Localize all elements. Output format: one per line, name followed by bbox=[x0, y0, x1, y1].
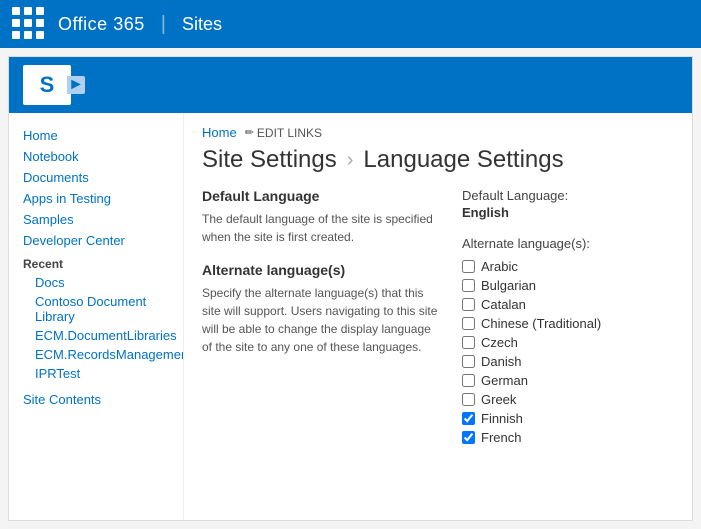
lang-label: Greek bbox=[481, 392, 516, 407]
alt-lang-title: Alternate language(s): bbox=[462, 236, 674, 251]
default-lang-label: Default Language: bbox=[462, 188, 674, 203]
lang-checkbox-catalan[interactable] bbox=[462, 298, 475, 311]
top-bar-divider: | bbox=[161, 13, 166, 36]
settings-descriptions: Default Language The default language of… bbox=[202, 188, 442, 449]
list-item: Greek bbox=[462, 392, 674, 407]
list-item: Arabic bbox=[462, 259, 674, 274]
sidebar-recent-ecm-doclib[interactable]: ECM.DocumentLibraries bbox=[23, 326, 169, 345]
default-lang-section-desc: The default language of the site is spec… bbox=[202, 210, 442, 246]
default-lang-value: English bbox=[462, 205, 674, 220]
office365-title: Office 365 bbox=[58, 14, 145, 35]
sites-label: Sites bbox=[182, 14, 222, 35]
list-item: French bbox=[462, 430, 674, 445]
lang-label: Czech bbox=[481, 335, 518, 350]
lang-checkbox-french[interactable] bbox=[462, 431, 475, 444]
content-area: Home ✏ EDIT LINKS Site Settings › Langua… bbox=[184, 113, 692, 520]
sidebar-recent-iprtest[interactable]: IPRTest bbox=[23, 364, 169, 383]
sidebar: Home Notebook Documents Apps in Testing … bbox=[9, 113, 184, 520]
lang-label: Arabic bbox=[481, 259, 518, 274]
lang-label: German bbox=[481, 373, 528, 388]
list-item: Finnish bbox=[462, 411, 674, 426]
lang-checkbox-arabic[interactable] bbox=[462, 260, 475, 273]
default-lang-section-title: Default Language bbox=[202, 188, 442, 204]
alt-lang-section-desc: Specify the alternate language(s) that t… bbox=[202, 284, 442, 356]
lang-label: Finnish bbox=[481, 411, 523, 426]
site-settings-title: Site Settings bbox=[202, 146, 337, 174]
breadcrumb-home[interactable]: Home bbox=[202, 125, 237, 140]
sharepoint-logo-arrow: ► bbox=[67, 76, 85, 94]
lang-checkbox-bulgarian[interactable] bbox=[462, 279, 475, 292]
sidebar-recent-contoso[interactable]: Contoso Document Library bbox=[23, 292, 169, 326]
lang-checkbox-danish[interactable] bbox=[462, 355, 475, 368]
body-area: Home Notebook Documents Apps in Testing … bbox=[9, 113, 692, 520]
lang-checkbox-german[interactable] bbox=[462, 374, 475, 387]
title-arrow: › bbox=[347, 149, 354, 172]
language-settings-title: Language Settings bbox=[363, 146, 563, 174]
settings-values: Default Language: English Alternate lang… bbox=[462, 188, 674, 449]
sidebar-item-developer-center[interactable]: Developer Center bbox=[23, 230, 169, 251]
edit-links-button[interactable]: ✏ EDIT LINKS bbox=[245, 126, 322, 140]
lang-checkbox-chinese-(traditional)[interactable] bbox=[462, 317, 475, 330]
lang-label: Danish bbox=[481, 354, 521, 369]
list-item: Bulgarian bbox=[462, 278, 674, 293]
list-item: Czech bbox=[462, 335, 674, 350]
sidebar-item-home[interactable]: Home bbox=[23, 125, 169, 146]
lang-label: French bbox=[481, 430, 521, 445]
list-item: Catalan bbox=[462, 297, 674, 312]
sidebar-item-samples[interactable]: Samples bbox=[23, 209, 169, 230]
alt-lang-section-title: Alternate language(s) bbox=[202, 262, 442, 278]
language-list: Arabic Bulgarian Catalan Chinese (Tradition… bbox=[462, 259, 674, 445]
sidebar-item-documents[interactable]: Documents bbox=[23, 167, 169, 188]
recent-label: Recent bbox=[23, 257, 169, 271]
sidebar-site-contents[interactable]: Site Contents bbox=[23, 389, 169, 410]
app-launcher-icon[interactable] bbox=[12, 7, 46, 41]
list-item: Chinese (Traditional) bbox=[462, 316, 674, 331]
breadcrumb: Home ✏ EDIT LINKS bbox=[202, 125, 674, 140]
sidebar-item-apps-testing[interactable]: Apps in Testing bbox=[23, 188, 169, 209]
sidebar-recent-ecm-records[interactable]: ECM.RecordsManagement bbox=[23, 345, 169, 364]
sidebar-recent-docs[interactable]: Docs bbox=[23, 273, 169, 292]
top-bar: Office 365 | Sites bbox=[0, 0, 701, 48]
lang-label: Bulgarian bbox=[481, 278, 536, 293]
list-item: German bbox=[462, 373, 674, 388]
sidebar-item-notebook[interactable]: Notebook bbox=[23, 146, 169, 167]
sharepoint-logo: S bbox=[23, 65, 71, 105]
edit-links-label: EDIT LINKS bbox=[257, 126, 322, 140]
page-title: Site Settings › Language Settings bbox=[202, 146, 674, 174]
main-content-box: S ► Home Notebook Documents Apps in Test… bbox=[8, 56, 693, 521]
list-item: Danish bbox=[462, 354, 674, 369]
lang-checkbox-greek[interactable] bbox=[462, 393, 475, 406]
lang-label: Catalan bbox=[481, 297, 526, 312]
lang-checkbox-czech[interactable] bbox=[462, 336, 475, 349]
settings-grid: Default Language The default language of… bbox=[202, 188, 674, 449]
sp-logo-bar: S ► bbox=[9, 57, 692, 113]
lang-label: Chinese (Traditional) bbox=[481, 316, 601, 331]
edit-icon: ✏ bbox=[245, 126, 254, 139]
lang-checkbox-finnish[interactable] bbox=[462, 412, 475, 425]
